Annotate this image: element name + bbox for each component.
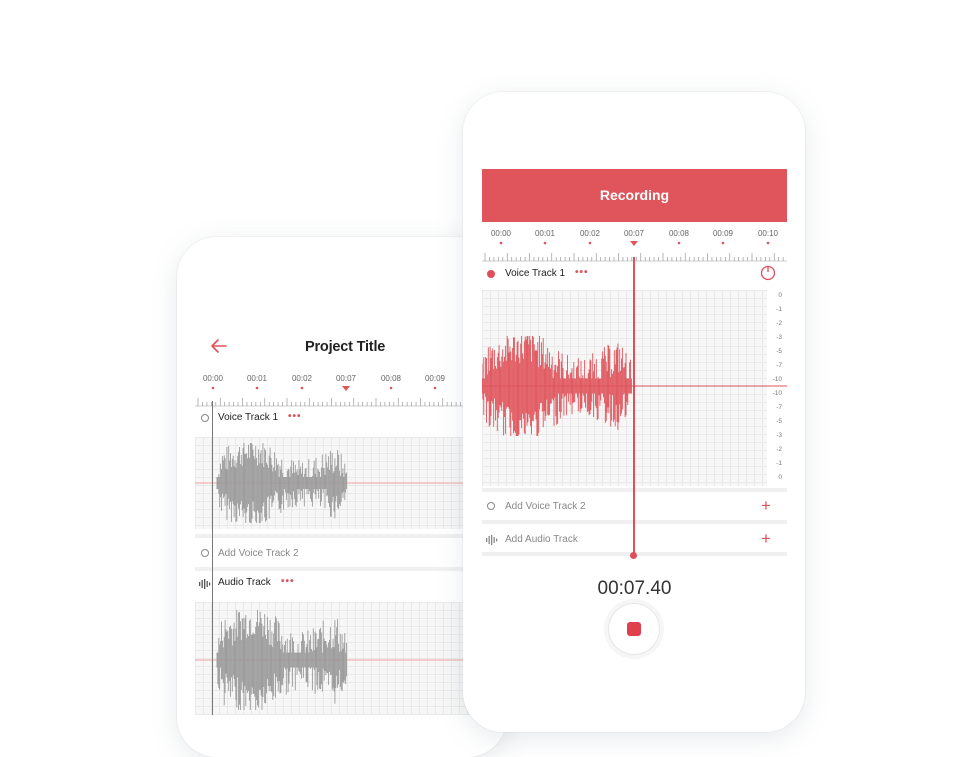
divider [482,488,787,492]
db-scale-label: -3 [776,432,782,439]
waveform [195,443,507,523]
playhead-marker-icon [342,386,350,391]
playhead-handle[interactable] [630,552,637,559]
phone-mockup-left: Project Title 00:00 00:01 00:02 00:07 00… [177,237,507,757]
db-scale-label: -1 [776,460,782,467]
ruler-dot [211,386,215,390]
record-dot-icon [487,270,495,278]
db-scale-label: -7 [776,362,782,369]
waveform-area-recording[interactable] [482,290,787,486]
page-title: Project Title [305,339,386,355]
ruler-ticks [482,241,787,262]
audio-wave-icon [199,579,211,589]
ruler-dot [588,241,592,245]
ruler-dot [543,241,547,245]
record-stop-button[interactable] [608,603,660,655]
track-header-voice-1[interactable]: Voice Track 1 ••• [195,407,507,433]
playhead[interactable] [633,257,635,557]
waveform [482,336,787,436]
stop-icon [627,622,641,636]
recording-timer: 00:07.40 [597,578,672,599]
power-icon[interactable] [760,265,776,281]
project-header: Project Title [195,315,507,375]
db-scale-label: -2 [776,320,782,327]
audio-wave-icon [486,535,498,545]
playhead[interactable] [212,401,213,715]
ruler-dot [766,241,770,245]
track-name: Audio Track [218,577,271,588]
waveform [195,610,507,710]
ruler-dot [721,241,725,245]
db-scale-label: -7 [776,404,782,411]
divider [195,567,507,571]
db-scale-label: 0 [778,292,782,299]
db-scale-label: -10 [772,390,782,397]
track-header-voice-1[interactable]: Voice Track 1 ••• [482,261,787,287]
ruler-dot [255,386,259,390]
project-screen: Project Title 00:00 00:01 00:02 00:07 00… [195,315,507,715]
circle-icon [487,502,495,510]
plus-icon[interactable]: + [761,497,771,514]
track-menu-button[interactable]: ••• [575,267,589,278]
add-audio-track-label: Add Audio Track [505,534,578,545]
db-scale-label: 0 [778,474,782,481]
ruler-dot [499,241,503,245]
add-audio-track-row[interactable]: Add Audio Track + [482,527,787,553]
arrow-left-icon[interactable] [211,339,227,353]
db-scale-label: -5 [776,418,782,425]
circle-icon [201,414,209,422]
timeline-ruler[interactable]: 00:00 00:01 00:02 00:07 00:08 00:09 00:1… [482,229,787,265]
db-scale-label: -10 [772,376,782,383]
waveform-area-voice-1[interactable] [195,437,507,529]
ruler-dot [300,386,304,390]
timeline-ruler[interactable]: 00:00 00:01 00:02 00:07 00:08 00:09 [195,374,507,410]
divider [482,520,787,524]
ruler-ticks [195,386,507,407]
add-voice-track-label: Add Voice Track 2 [505,501,586,512]
db-scale-label: -2 [776,446,782,453]
playhead-marker-icon [630,241,638,246]
divider [195,534,507,538]
circle-icon [201,549,209,557]
ruler-dot [389,386,393,390]
track-name: Voice Track 1 [218,412,279,423]
add-voice-track-label: Add Voice Track 2 [218,548,299,559]
db-scale-label: -3 [776,334,782,341]
recording-header: Recording [482,169,787,222]
db-scale: 0 -1 -2 -3 -5 -7 -10 -10 -7 -5 -3 -2 -1 0 [762,290,787,486]
phone-mockup-right: Recording 00:00 00:01 00:02 00:07 00:08 … [463,92,805,732]
plus-icon[interactable]: + [761,530,771,547]
track-header-audio[interactable]: Audio Track ••• [195,572,507,598]
track-menu-button[interactable]: ••• [281,576,295,587]
page-title: Recording [599,187,670,203]
ruler-dot [677,241,681,245]
waveform-area-audio[interactable] [195,602,507,715]
db-scale-label: -5 [776,348,782,355]
add-voice-track-row[interactable]: Add Voice Track 2 [195,542,507,568]
track-name: Voice Track 1 [505,268,566,279]
track-menu-button[interactable]: ••• [288,411,302,422]
recording-screen: Recording 00:00 00:01 00:02 00:07 00:08 … [482,169,787,732]
ruler-dot [433,386,437,390]
db-scale-label: -1 [776,306,782,313]
add-voice-track-row[interactable]: Add Voice Track 2 + [482,494,787,520]
